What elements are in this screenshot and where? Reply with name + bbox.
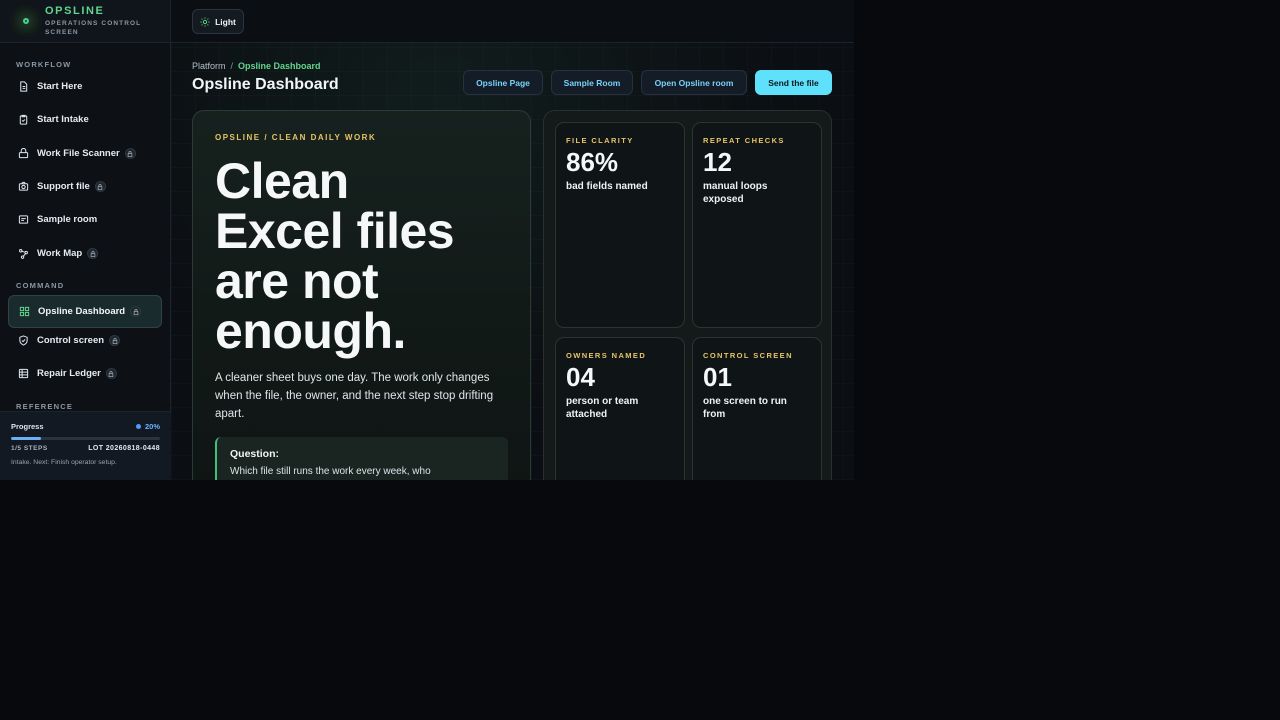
shield-icon: [18, 335, 29, 346]
progress-label: Progress: [11, 422, 44, 431]
hero-card: OPSLINE / CLEAN DAILY WORK Clean Excel f…: [192, 110, 531, 480]
hero-headline-line: are not: [215, 253, 379, 309]
lock-icon: [105, 368, 117, 379]
send-file-button[interactable]: Send the file: [755, 70, 832, 95]
sidebar-item-label: Work Map: [37, 248, 83, 259]
progress-percent: 20%: [135, 422, 160, 431]
stat-desc: person or team attached: [566, 396, 639, 420]
brand-name: OPSLINE: [45, 5, 105, 17]
theme-toggle-button[interactable]: Light: [192, 9, 244, 34]
clipboard-icon: [18, 114, 29, 125]
page-title: Opsline Dashboard: [192, 76, 339, 93]
stat-value: 01: [703, 362, 732, 392]
sidebar-item-label: Sample room: [37, 214, 98, 225]
hero-headline-line: Clean: [215, 153, 349, 209]
question-body: Which file still runs the work every wee…: [230, 466, 431, 477]
lock-icon: [109, 335, 121, 346]
breadcrumb: Platform / Opsline Dashboard: [192, 61, 321, 71]
theme-toggle-label: Light: [215, 16, 236, 27]
camera-icon: [18, 181, 29, 192]
lock-icon: [94, 181, 106, 192]
progress-bar-fill: [11, 437, 41, 440]
breadcrumb-current: Opsline Dashboard: [238, 61, 321, 71]
main-content: Platform / Opsline Dashboard Opsline Dashb…: [171, 43, 854, 480]
hero-headline-line: enough.: [215, 303, 406, 359]
section-label-command: COMMAND: [16, 281, 65, 290]
question-title: Question:: [230, 448, 279, 460]
sample-room-button[interactable]: Sample Room: [551, 70, 633, 95]
scanner-icon: [18, 148, 29, 159]
question-callout: Question: Which file still runs the work…: [215, 437, 508, 480]
stat-label: FILE CLARITY: [566, 136, 634, 145]
lock-icon: [130, 306, 142, 317]
message-icon: [18, 214, 29, 225]
dashboard-icon: [19, 306, 30, 317]
sidebar-item-label: Control screen: [37, 335, 105, 346]
sun-icon: [200, 16, 210, 27]
progress-dot-icon: [135, 424, 141, 429]
stat-label: CONTROL SCREEN: [703, 351, 793, 360]
brand-logo-icon: [10, 5, 42, 37]
sidebar-item-repair-ledger[interactable]: Repair Ledger: [8, 357, 162, 390]
opsline-page-button[interactable]: Opsline Page: [463, 70, 543, 95]
stat-card-control-screen: CONTROL SCREEN 01 one screen to run from: [692, 337, 822, 480]
sidebar-item-label: Support file: [37, 181, 90, 192]
document-icon: [18, 81, 29, 92]
stat-desc: one screen to run from: [703, 396, 787, 420]
progress-percent-value: 20%: [144, 422, 160, 431]
breadcrumb-root[interactable]: Platform: [192, 61, 226, 71]
sidebar-item-sample-room[interactable]: Sample room: [8, 203, 162, 236]
hero-eyebrow: OPSLINE / CLEAN DAILY WORK: [215, 133, 377, 142]
hero-headline-line: Excel files: [215, 203, 455, 259]
breadcrumb-separator: /: [230, 61, 234, 71]
stat-label: OWNERS NAMED: [566, 351, 647, 360]
sidebar-item-label: Work File Scanner: [37, 148, 120, 159]
stat-desc: bad fields named: [566, 181, 648, 192]
progress-steps: 1/5 STEPS: [11, 445, 48, 452]
progress-panel: Progress 20% 1/5 STEPS LOT 20260818-0448…: [0, 411, 171, 480]
sidebar-item-support-file[interactable]: Support file: [8, 170, 162, 203]
lock-icon: [87, 248, 99, 259]
sidebar-item-label: Opsline Dashboard: [38, 306, 126, 317]
hero-headline: Clean Excel files are not enough.: [215, 156, 530, 356]
stat-desc: manual loops exposed: [703, 181, 768, 205]
section-label-reference: REFERENCE: [16, 402, 74, 411]
progress-note: Intake. Next: Finish operator setup.: [11, 459, 117, 466]
stat-card-owners-named: OWNERS NAMED 04 person or team attached: [555, 337, 685, 480]
stat-card-file-clarity: FILE CLARITY 86% bad fields named: [555, 122, 685, 328]
sidebar-item-control-screen[interactable]: Control screen: [8, 324, 162, 357]
progress-bar: [11, 437, 160, 440]
brand-subtitle: OPERATIONS CONTROL SCREEN: [45, 20, 142, 36]
lock-icon: [124, 148, 136, 159]
map-icon: [18, 248, 29, 259]
sidebar-item-label: Start Here: [37, 81, 83, 92]
sidebar-item-work-file-scanner[interactable]: Work File Scanner: [8, 137, 162, 170]
app-window: OPSLINE OPERATIONS CONTROL SCREEN WORKFL…: [0, 0, 854, 480]
stat-value: 04: [566, 362, 595, 392]
stat-card-repeat-checks: REPEAT CHECKS 12 manual loops exposed: [692, 122, 822, 328]
ledger-icon: [18, 368, 29, 379]
stat-value: 12: [703, 147, 732, 177]
topbar: Light: [171, 0, 854, 43]
hero-body: A cleaner sheet buys one day. The work o…: [215, 372, 494, 420]
stat-value: 86%: [566, 147, 619, 177]
stat-label: REPEAT CHECKS: [703, 136, 785, 145]
sidebar-item-start-intake[interactable]: Start Intake: [8, 103, 162, 136]
open-opsline-room-button[interactable]: Open Opsline room: [641, 70, 747, 95]
brand-header[interactable]: OPSLINE OPERATIONS CONTROL SCREEN: [0, 0, 170, 43]
sidebar-item-work-map[interactable]: Work Map: [8, 237, 162, 270]
sidebar: OPSLINE OPERATIONS CONTROL SCREEN WORKFL…: [0, 0, 171, 480]
sidebar-item-label: Start Intake: [37, 114, 89, 125]
progress-lot: LOT 20260818-0448: [88, 445, 160, 452]
stats-panel: FILE CLARITY 86% bad fields named REPEAT…: [543, 110, 832, 480]
section-label-workflow: WORKFLOW: [16, 60, 72, 69]
sidebar-item-start-here[interactable]: Start Here: [8, 70, 162, 103]
sidebar-item-label: Repair Ledger: [37, 368, 101, 379]
